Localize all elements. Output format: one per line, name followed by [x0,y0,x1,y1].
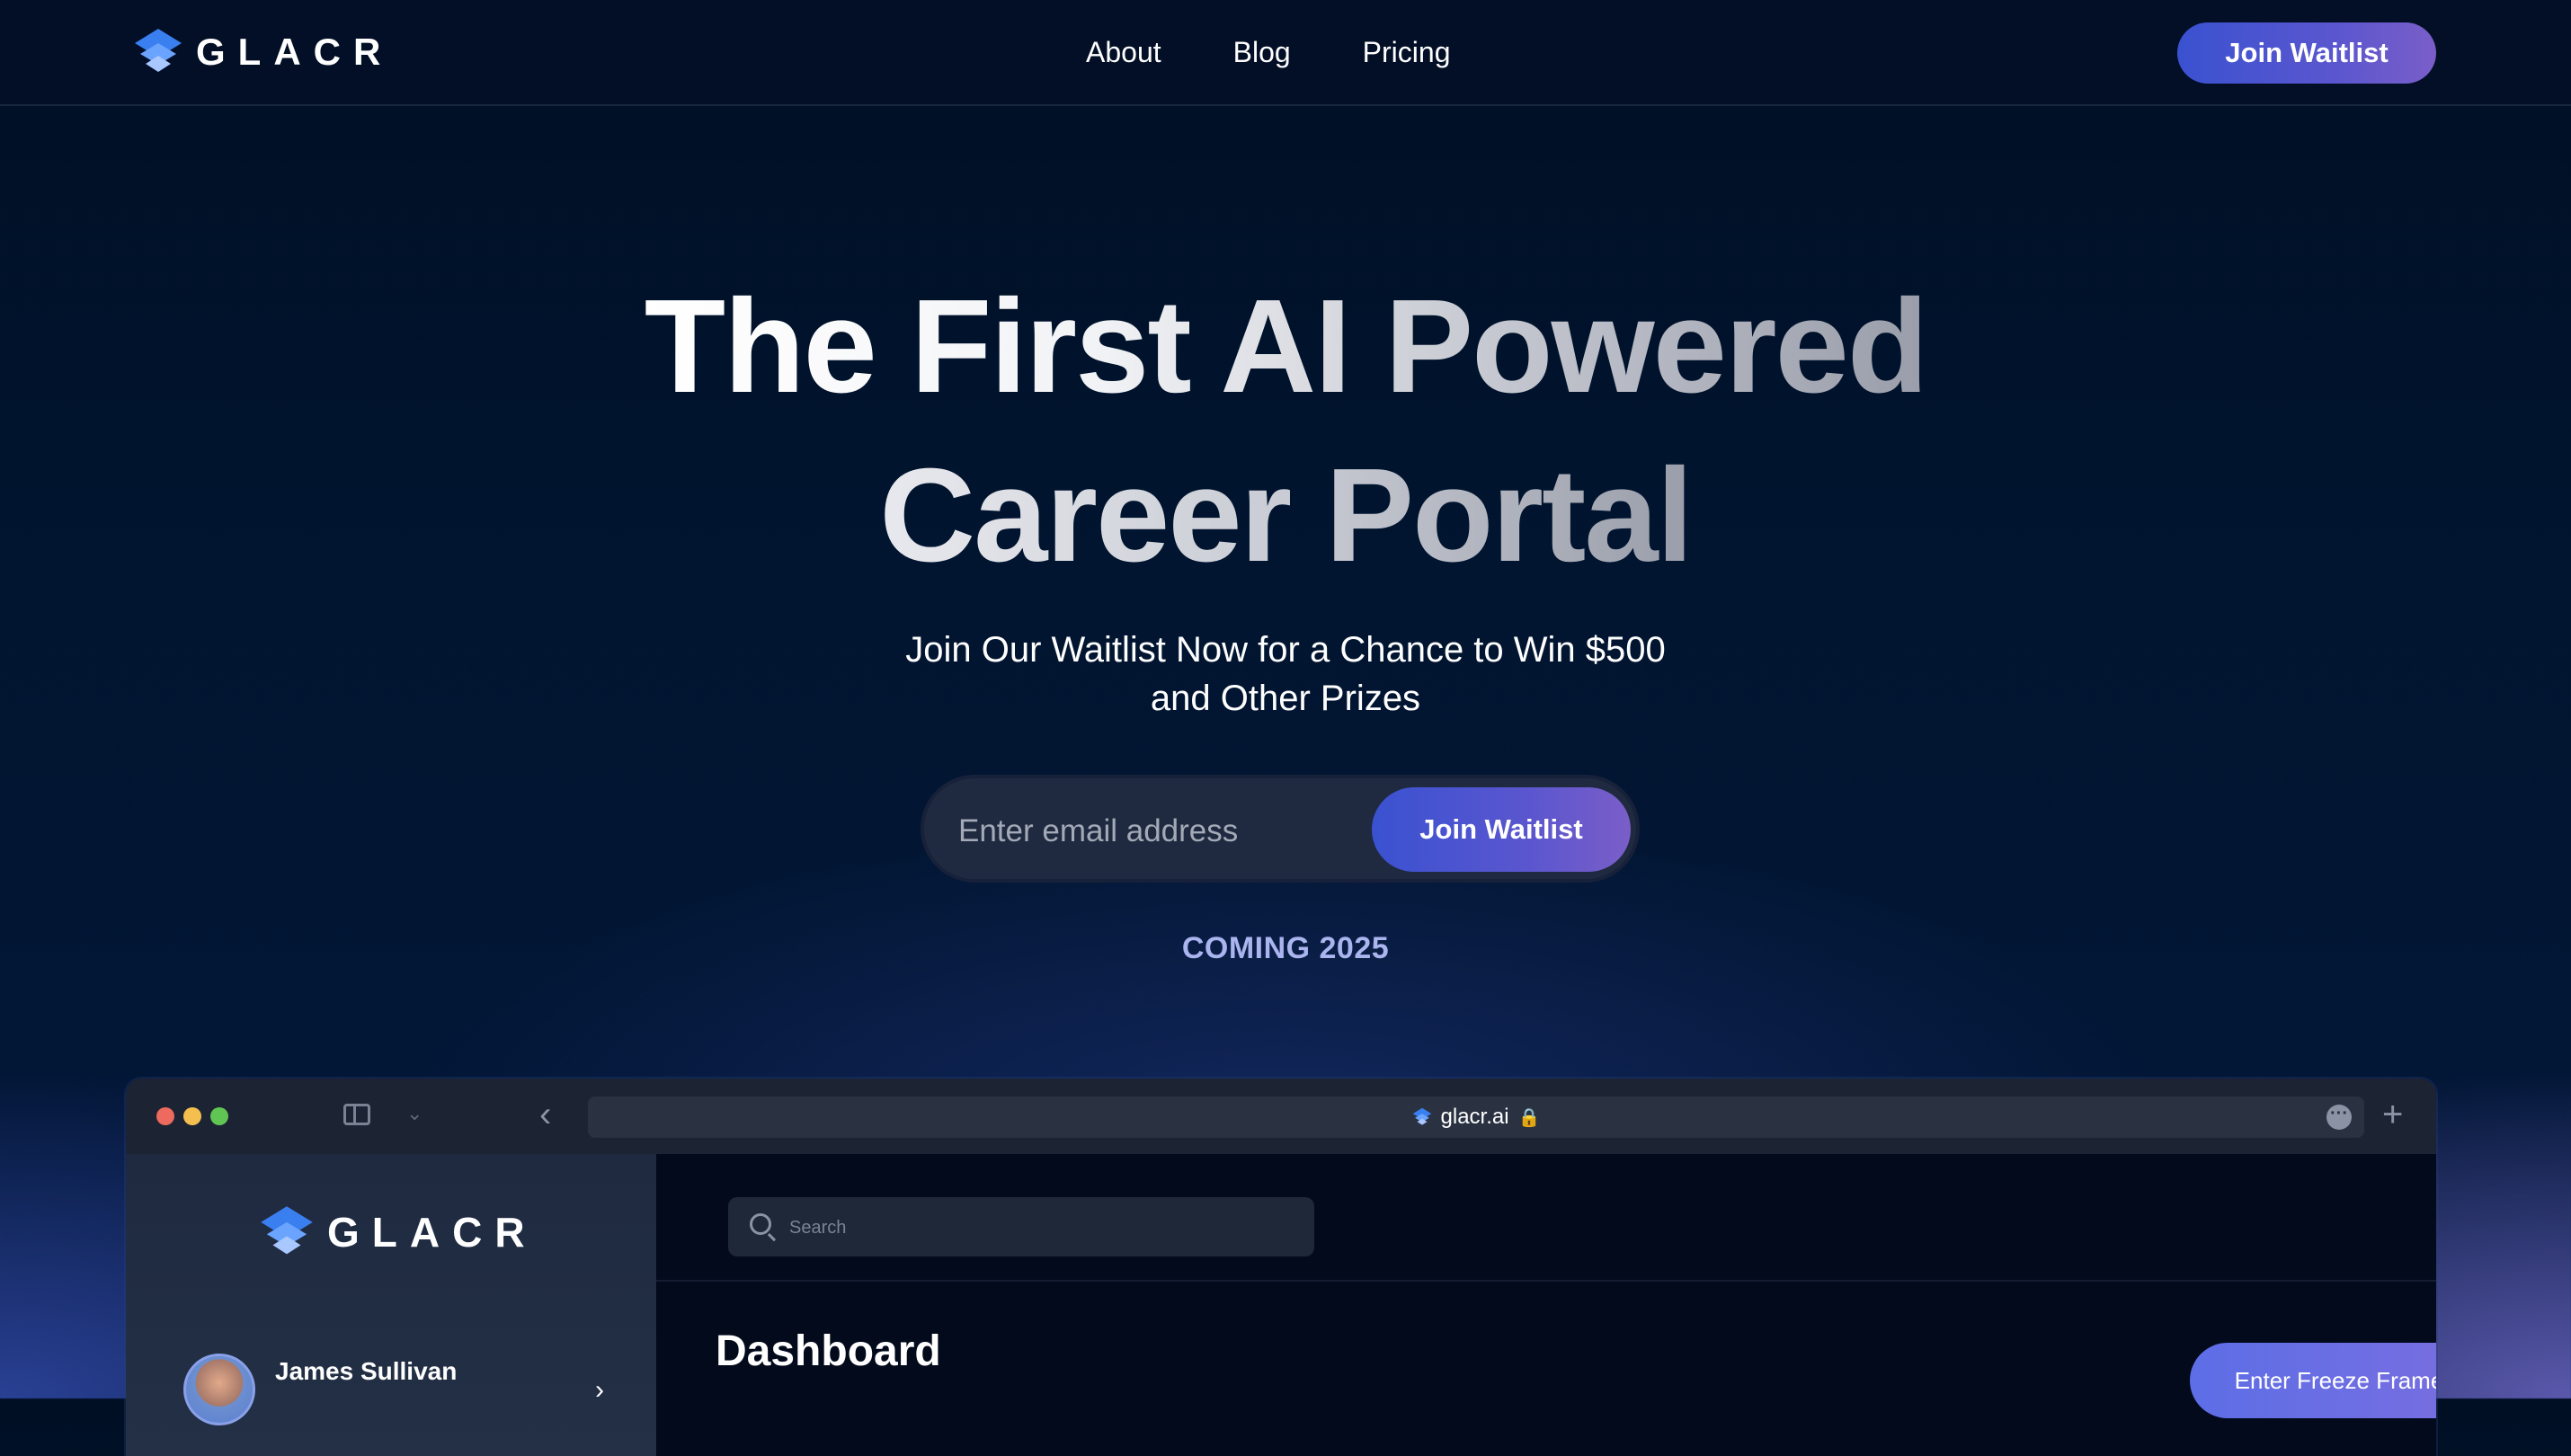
app-sidebar: GLACR James Sullivan › [126,1154,656,1456]
plus-icon: + [2382,1095,2404,1134]
nav-link-about[interactable]: About [1086,31,1161,74]
app-main: Dashboard Enter Freeze Frame [656,1154,2436,1456]
avatar [183,1354,255,1425]
app-logo-icon [261,1206,313,1255]
hero-subtitle-line-2: and Other Prizes [1150,679,1421,718]
brand-logo[interactable]: GLACR [133,27,393,77]
address-url: glacr.ai [1440,1105,1509,1129]
hero-title-line-1: The First AI Powered [645,262,1929,431]
hero-title: The First AI Powered Career Portal [0,262,2571,600]
nav-join-waitlist-button[interactable]: Join Waitlist [2177,22,2436,84]
minimize-window-icon [183,1107,201,1125]
sidebar-toggle-icon [343,1104,370,1125]
chevron-down-icon: ⌄ [406,1102,423,1124]
search-icon [750,1213,771,1235]
hero-title-line-2: Career Portal [879,431,1694,600]
lock-icon: 🔒 [1517,1107,1541,1128]
chevron-left-icon: ‹ [539,1095,552,1134]
email-input[interactable] [956,803,1365,859]
page-title: Dashboard [716,1327,941,1375]
maximize-window-icon [210,1107,228,1125]
coming-soon-label: COMING 2025 [1181,931,1390,965]
app-topbar [656,1154,2436,1282]
app-search [728,1197,1314,1256]
user-name: James Sullivan [275,1357,458,1385]
close-window-icon [156,1107,174,1125]
nav-links: About Blog Pricing [1086,31,1450,74]
browser-toolbar: ⌄ ‹ glacr.ai 🔒 ··· + [126,1079,2436,1154]
browser-preview: ⌄ ‹ glacr.ai 🔒 ··· + GLACR James Sulliva… [126,1079,2436,1456]
brand-name: GLACR [196,31,394,73]
hero-join-waitlist-button[interactable]: Join Waitlist [1372,787,1631,872]
hero-subtitle-line-1: Join Our Waitlist Now for a Chance to Wi… [905,630,1666,670]
nav-link-pricing[interactable]: Pricing [1363,31,1451,74]
waitlist-signup-form: Join Waitlist [921,775,1640,883]
address-bar: glacr.ai 🔒 ··· [588,1096,2364,1138]
nav-link-blog[interactable]: Blog [1233,31,1291,74]
hero-subtitle: Join Our Waitlist Now for a Chance to Wi… [0,626,2571,723]
enter-freeze-frame-button: Enter Freeze Frame [2190,1343,2436,1418]
chevron-right-icon: › [595,1375,604,1405]
more-icon: ··· [2326,1105,2352,1130]
logo-icon [135,29,182,72]
site-favicon-icon [1412,1107,1431,1125]
top-navbar: GLACR About Blog Pricing Join Waitlist [0,0,2571,106]
app-search-input [787,1212,1277,1244]
app-brand-logo: GLACR [259,1204,538,1260]
app-brand-name: GLACR [327,1209,538,1256]
user-profile-row: James Sullivan › [183,1354,606,1425]
